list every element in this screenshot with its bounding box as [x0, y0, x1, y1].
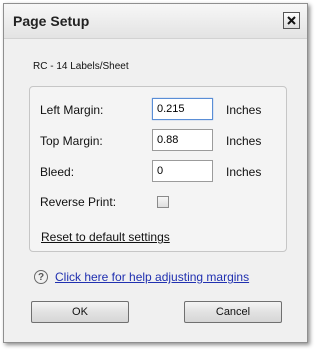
margin-settings-panel: Left Margin: Inches Top Margin: Inches B…: [29, 86, 287, 252]
bleed-unit: Inches: [226, 165, 262, 179]
top-margin-input[interactable]: [152, 129, 213, 151]
left-margin-unit: Inches: [226, 103, 262, 117]
label-sheet-name: RC - 14 Labels/Sheet: [33, 61, 129, 72]
title-bar[interactable]: Page Setup: [4, 4, 307, 39]
bleed-label: Bleed:: [40, 165, 75, 179]
cancel-button-label: Cancel: [215, 306, 251, 318]
bleed-input[interactable]: [152, 160, 213, 182]
help-margins-link[interactable]: Click here for help adjusting margins: [55, 270, 249, 284]
cancel-button[interactable]: Cancel: [184, 301, 282, 323]
question-circle-icon: ?: [34, 270, 48, 284]
question-glyph: ?: [37, 271, 45, 283]
close-button[interactable]: [283, 12, 300, 29]
reset-defaults-link[interactable]: Reset to default settings: [41, 230, 170, 244]
ok-button-label: OK: [72, 306, 88, 318]
left-margin-input[interactable]: [152, 98, 213, 120]
top-margin-unit: Inches: [226, 134, 262, 148]
top-margin-label: Top Margin:: [40, 134, 103, 148]
reverse-print-checkbox[interactable]: [157, 196, 169, 208]
page-setup-dialog: Page Setup RC - 14 Labels/Sheet Left Mar…: [3, 3, 308, 343]
close-icon: [287, 16, 296, 25]
ok-button[interactable]: OK: [31, 301, 129, 323]
reverse-print-label: Reverse Print:: [40, 195, 117, 209]
left-margin-label: Left Margin:: [40, 103, 104, 117]
dialog-title: Page Setup: [13, 13, 90, 29]
